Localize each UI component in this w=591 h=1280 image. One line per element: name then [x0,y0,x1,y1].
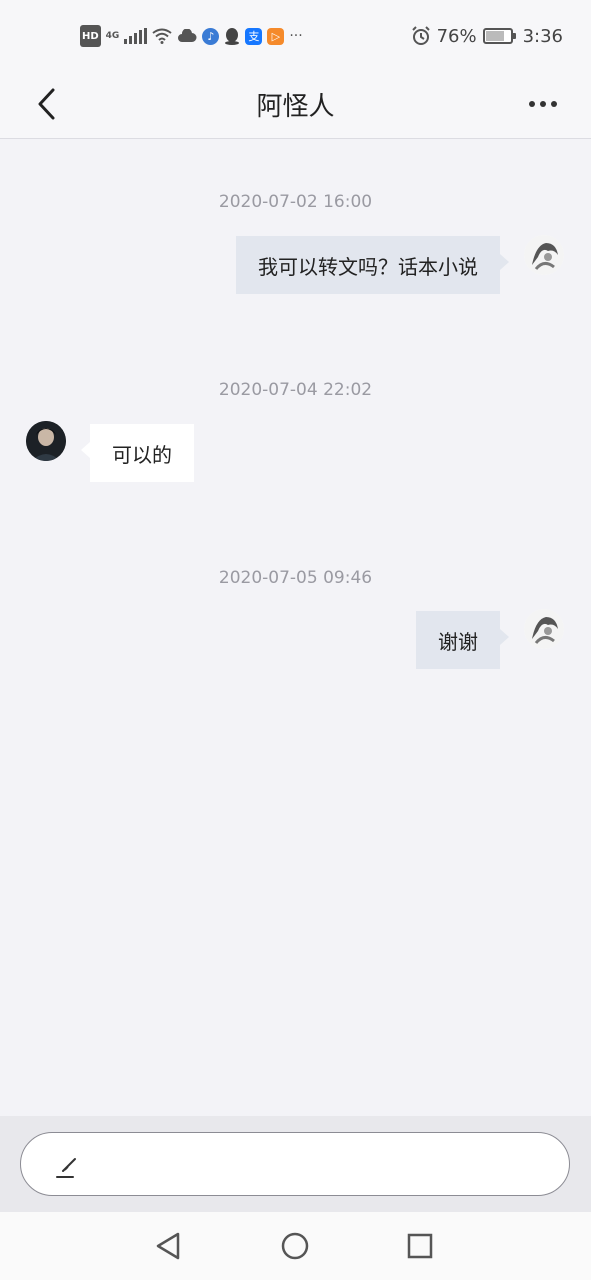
music-icon: ♪ [202,27,220,45]
status-icons-right: 76% 3:36 [411,24,563,48]
page-title: 阿怪人 [256,92,335,122]
system-back-button[interactable] [152,1230,184,1262]
bubble-tail [500,254,509,270]
message-timestamp: 2020-07-05 09:46 [218,568,373,588]
message-input[interactable] [20,1132,570,1196]
clock: 3:36 [522,25,563,47]
triangle-back-icon [156,1232,180,1260]
avatar-self[interactable] [524,235,564,275]
message-text: 谢谢 [438,629,478,654]
message-text: 我可以转文吗？话本小说 [258,254,478,279]
system-home-button[interactable] [279,1230,311,1262]
more-notifications-icon: ··· [289,28,303,44]
square-recents-icon [407,1233,433,1259]
hd-icon: HD [80,25,101,47]
composer-bar [0,1116,591,1212]
status-bar: HD 4G ♪ 支 ▷ ··· 76% 3:36 [0,0,591,72]
wifi-icon [152,26,172,46]
video-icon: ▷ [267,27,285,45]
system-navigation-bar [0,1212,591,1280]
message-bubble-self[interactable]: 谢谢 [416,611,509,669]
status-icons-left: HD 4G ♪ 支 ▷ ··· [80,24,303,48]
circle-home-icon [281,1232,309,1260]
bubble-tail [500,629,509,645]
more-dot [529,101,535,107]
qq-icon [224,26,240,46]
battery-icon [482,28,516,44]
message-timestamp: 2020-07-02 16:00 [218,192,373,212]
more-dot [551,101,557,107]
network-type-icon: 4G [105,30,120,41]
avatar-self[interactable] [524,609,564,649]
message-text: 可以的 [112,442,172,467]
system-recents-button[interactable] [404,1230,436,1262]
more-dot [540,101,546,107]
message-bubble-self[interactable]: 我可以转文吗？话本小说 [236,236,509,294]
signal-icon [124,28,148,44]
battery-percent: 76% [436,25,477,47]
header: 阿怪人 [0,72,591,139]
avatar-contact[interactable] [26,421,66,461]
alarm-icon [411,26,431,46]
alipay-icon: 支 [245,27,263,45]
more-options-button[interactable] [517,80,569,128]
cloud-icon [177,26,197,46]
message-timestamp: 2020-07-04 22:02 [218,380,373,400]
pen-icon [56,1158,76,1178]
message-bubble-contact[interactable]: 可以的 [81,424,194,482]
bubble-tail [81,442,90,458]
